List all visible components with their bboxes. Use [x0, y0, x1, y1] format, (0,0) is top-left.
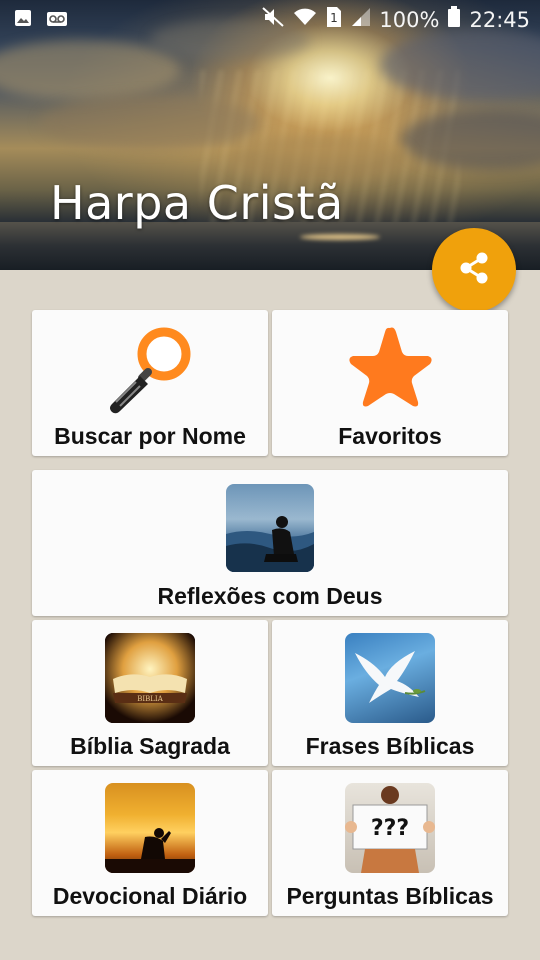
- man-by-sea-image: [226, 484, 314, 572]
- daily-devotional-tile[interactable]: Devocional Diário: [32, 770, 268, 916]
- magnifier-icon: [102, 322, 198, 419]
- share-icon: [454, 248, 494, 293]
- biblical-phrases-tile[interactable]: Frases Bíblicas: [272, 620, 508, 766]
- status-bar: 1 100% 22:45: [0, 0, 540, 38]
- search-by-name-tile[interactable]: Buscar por Nome: [32, 310, 268, 456]
- praying-silhouette-image: [105, 783, 195, 873]
- daily-devotional-label: Devocional Diário: [52, 883, 248, 909]
- bible-book-image: BIBLIA: [105, 633, 195, 723]
- reflections-tile[interactable]: Reflexões com Deus: [32, 470, 508, 616]
- clock: 22:45: [469, 7, 530, 32]
- bible-label: Bíblia Sagrada: [70, 733, 230, 759]
- biblical-questions-label: Perguntas Bíblicas: [286, 883, 494, 909]
- sim-icon: 1: [325, 6, 343, 33]
- reflections-label: Reflexões com Deus: [157, 583, 383, 609]
- mute-icon: [261, 6, 285, 33]
- battery-icon: [447, 6, 461, 33]
- bible-tile[interactable]: BIBLIA Bíblia Sagrada: [32, 620, 268, 766]
- battery-percent: 100%: [379, 7, 440, 32]
- svg-text:1: 1: [331, 11, 339, 25]
- favorites-tile[interactable]: Favoritos: [272, 310, 508, 456]
- image-icon: [14, 8, 32, 32]
- voicemail-icon: [46, 8, 68, 32]
- question-sign-image: ???: [345, 783, 435, 873]
- search-by-name-label: Buscar por Nome: [54, 423, 246, 449]
- wifi-icon: [293, 7, 317, 32]
- share-button[interactable]: [432, 228, 516, 312]
- svg-text:???: ???: [371, 816, 409, 841]
- biblical-phrases-label: Frases Bíblicas: [305, 733, 475, 759]
- favorites-label: Favoritos: [338, 423, 442, 449]
- signal-icon: [351, 7, 371, 32]
- star-icon: [344, 322, 436, 415]
- app-title: Harpa Cristã: [50, 176, 344, 230]
- dove-image: [345, 633, 435, 723]
- biblical-questions-tile[interactable]: ??? Perguntas Bíblicas: [272, 770, 508, 916]
- svg-text:BIBLIA: BIBLIA: [137, 695, 163, 703]
